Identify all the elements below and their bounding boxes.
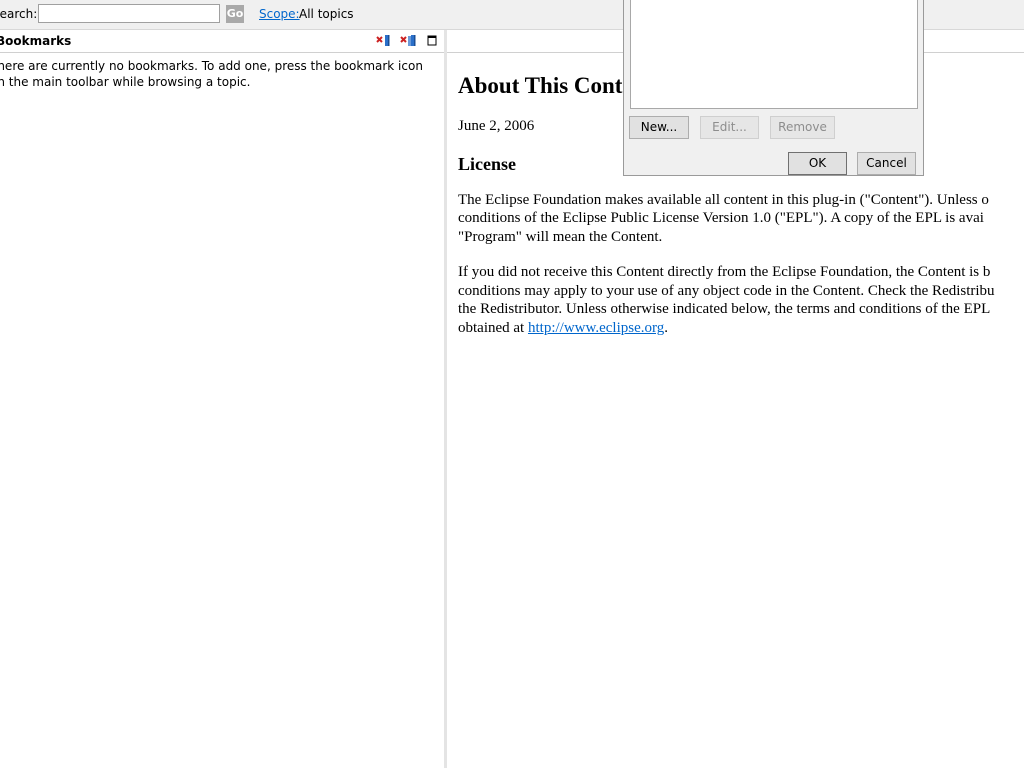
new-button[interactable]: New... bbox=[629, 116, 689, 139]
eclipse-link[interactable]: http://www.eclipse.org bbox=[528, 320, 664, 336]
ok-button[interactable]: OK bbox=[788, 152, 847, 175]
remove-button[interactable]: Remove bbox=[770, 116, 835, 139]
text-fragment: . bbox=[664, 319, 668, 336]
remove-all-bookmarks-icon[interactable] bbox=[400, 33, 416, 49]
cancel-button[interactable]: Cancel bbox=[857, 152, 916, 175]
text-line: If you did not receive this Content dire… bbox=[458, 263, 991, 280]
bookmarks-pane: Bookmarks There are currently no bookmar… bbox=[0, 30, 447, 768]
pane-title: Bookmarks bbox=[0, 34, 72, 48]
scope-value: All topics bbox=[299, 7, 354, 21]
text-fragment: obtained at bbox=[458, 319, 528, 336]
go-button[interactable]: Go bbox=[226, 5, 244, 23]
license-paragraph-1: The Eclipse Foundation makes available a… bbox=[458, 191, 1024, 247]
text-line: The Eclipse Foundation makes available a… bbox=[458, 191, 989, 208]
scope-link[interactable]: Scope: bbox=[259, 7, 300, 21]
text-line: conditions may apply to your use of any … bbox=[458, 282, 995, 299]
search-label: Search: bbox=[0, 7, 38, 21]
remove-bookmark-icon[interactable] bbox=[376, 33, 392, 49]
dialog-panel: New... Edit... Remove OK Cancel bbox=[623, 0, 924, 176]
dialog-list[interactable] bbox=[630, 0, 918, 109]
maximize-icon[interactable] bbox=[425, 33, 441, 49]
text-line: the Redistributor. Unless otherwise indi… bbox=[458, 301, 991, 318]
search-input[interactable] bbox=[38, 4, 220, 23]
no-bookmarks-message: There are currently no bookmarks. To add… bbox=[0, 59, 423, 89]
edit-button[interactable]: Edit... bbox=[700, 116, 759, 139]
text-line: conditions of the Eclipse Public License… bbox=[458, 210, 984, 227]
text-line: "Program" will mean the Content. bbox=[458, 229, 663, 246]
bookmarks-pane-header: Bookmarks bbox=[0, 30, 444, 53]
license-paragraph-2: If you did not receive this Content dire… bbox=[458, 263, 1024, 338]
text-line: obtained at http://www.eclipse.org. bbox=[458, 319, 1024, 338]
